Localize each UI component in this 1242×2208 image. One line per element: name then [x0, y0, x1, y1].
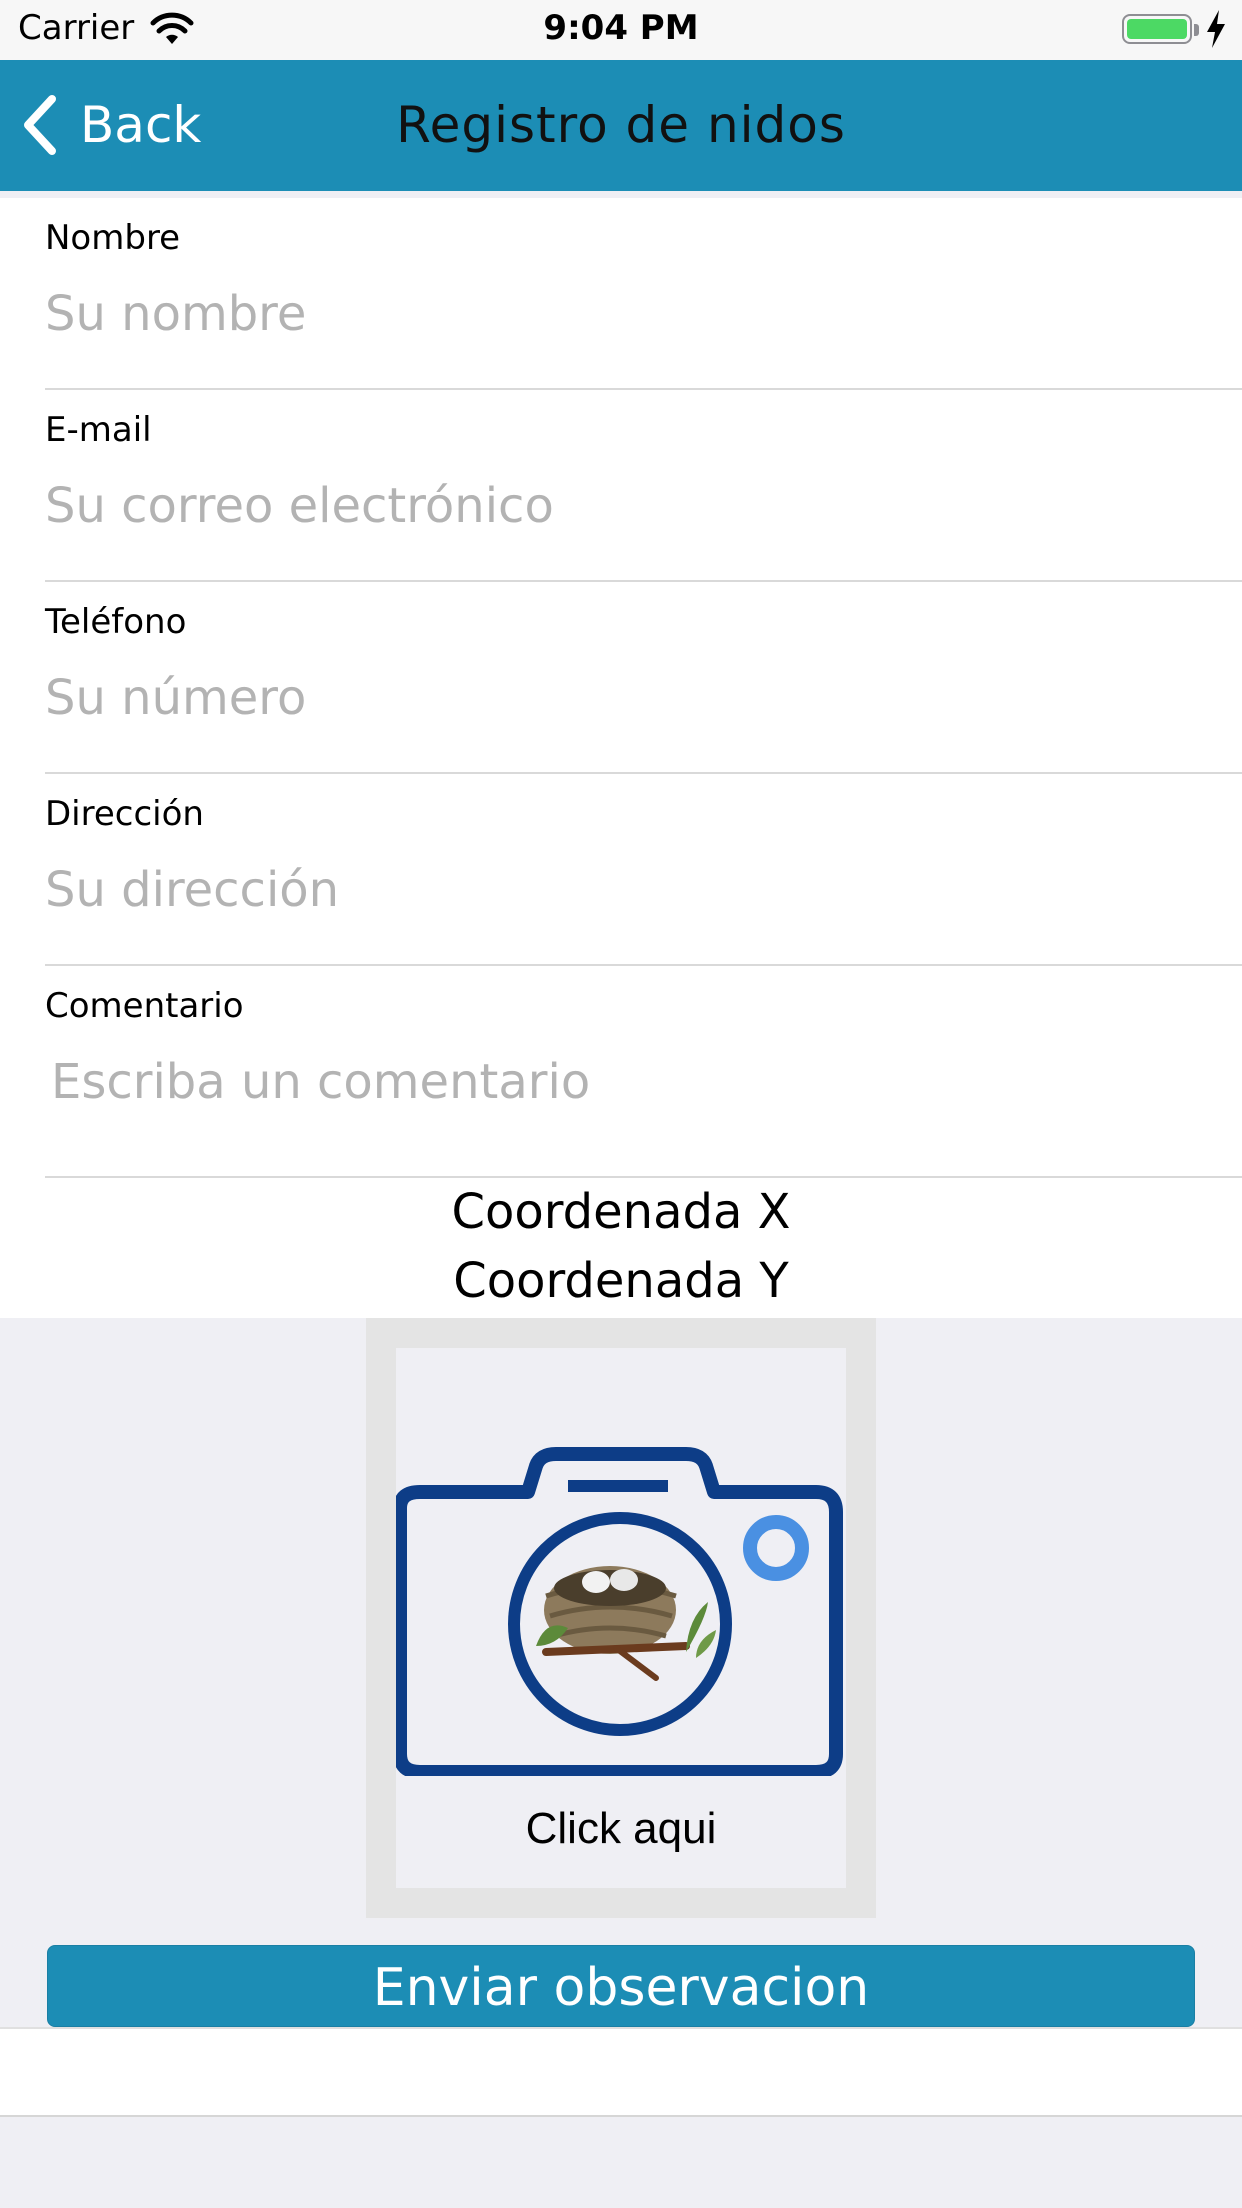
field-email: E-mail [45, 390, 1242, 582]
status-bar: Carrier 9:04 PM [0, 0, 1242, 60]
comment-input[interactable] [51, 1054, 1201, 1110]
field-direccion: Dirección [45, 774, 1242, 966]
photo-picker-label: Click aqui [525, 1804, 717, 1853]
field-label-email: E-mail [45, 410, 152, 450]
submit-observation-button[interactable]: Enviar observacion [47, 1945, 1195, 2027]
photo-picker-button[interactable]: Click aqui [396, 1348, 846, 1888]
field-telefono: Teléfono [45, 582, 1242, 774]
email-input[interactable] [45, 478, 1195, 534]
page-title: Registro de nidos [396, 96, 846, 154]
field-label-direccion: Dirección [45, 794, 204, 834]
coordinate-x: Coordenada X [451, 1184, 791, 1240]
phone-input[interactable] [45, 670, 1195, 726]
navigation-bar: Back Registro de nidos [0, 60, 1242, 191]
field-comentario: Comentario [45, 966, 1242, 1178]
coordinate-y: Coordenada Y [453, 1253, 789, 1309]
charging-bolt-icon [1207, 10, 1225, 48]
battery-icon [1122, 14, 1192, 44]
nest-registration-form: Nombre E-mail Teléfono Dirección Comenta… [0, 198, 1242, 1318]
field-label-telefono: Teléfono [45, 602, 187, 642]
field-label-nombre: Nombre [45, 218, 181, 258]
address-input[interactable] [45, 862, 1195, 918]
field-nombre: Nombre [45, 198, 1242, 390]
name-input[interactable] [45, 286, 1195, 342]
field-label-comentario: Comentario [45, 986, 244, 1026]
bottom-spacer [0, 2027, 1242, 2117]
status-time: 9:04 PM [543, 8, 699, 48]
battery-tip [1194, 24, 1199, 36]
camera-nest-icon [396, 1447, 843, 1776]
photo-panel: Click aqui [366, 1318, 876, 1918]
